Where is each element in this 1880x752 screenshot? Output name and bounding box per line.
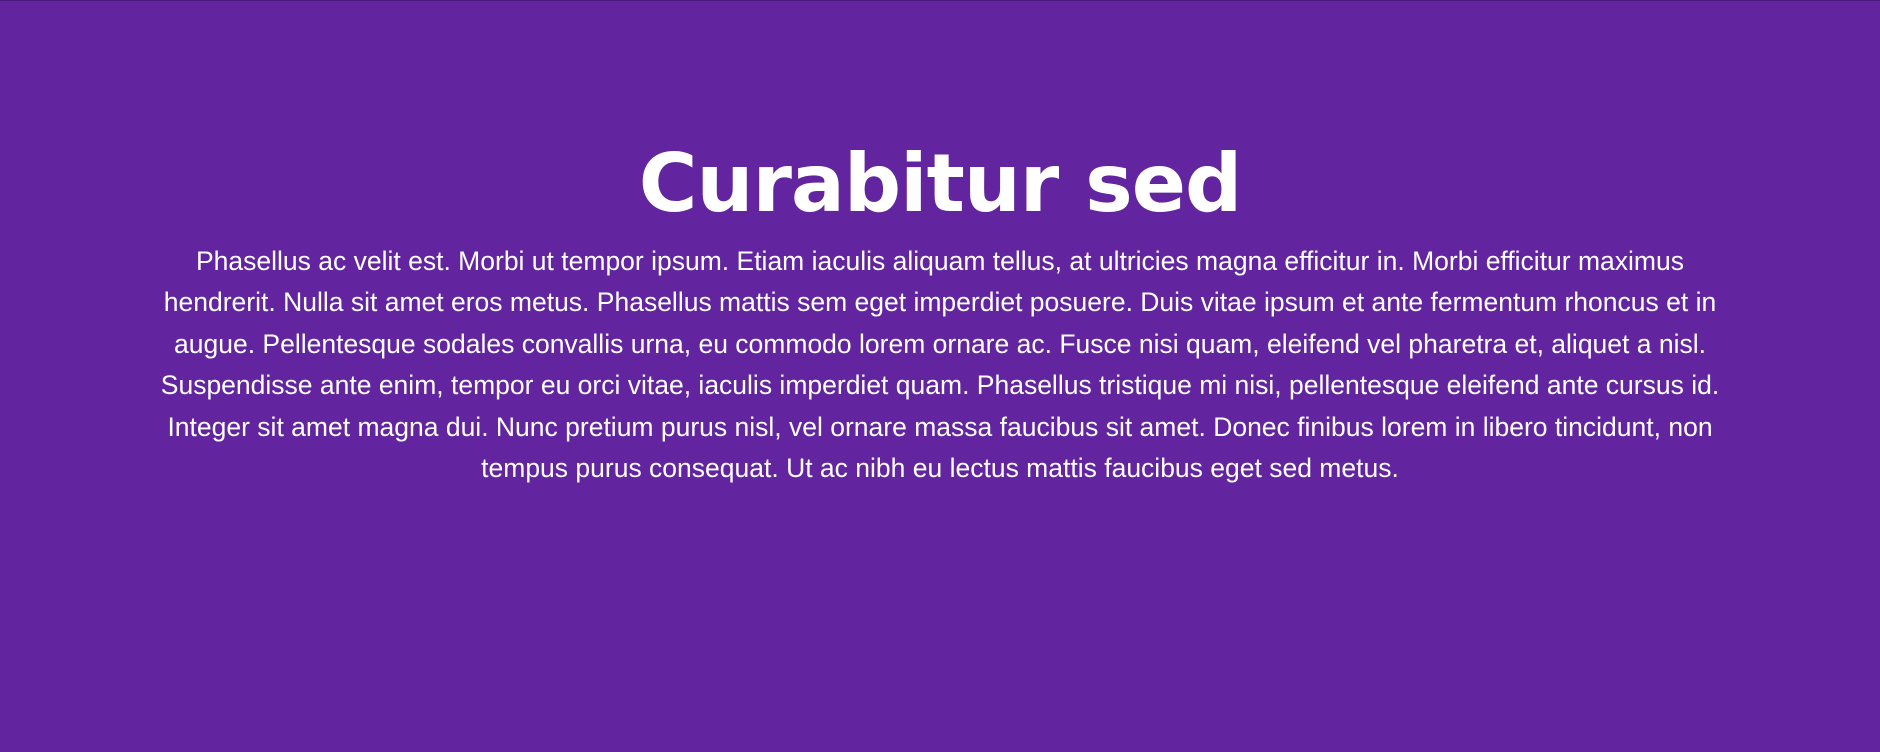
hero-section: Curabitur sed Phasellus ac velit est. Mo… bbox=[0, 0, 1880, 752]
hero-title: Curabitur sed bbox=[638, 137, 1242, 230]
hero-body-text: Phasellus ac velit est. Morbi ut tempor … bbox=[160, 246, 1720, 484]
hero-content: Curabitur sed Phasellus ac velit est. Mo… bbox=[140, 129, 1740, 489]
